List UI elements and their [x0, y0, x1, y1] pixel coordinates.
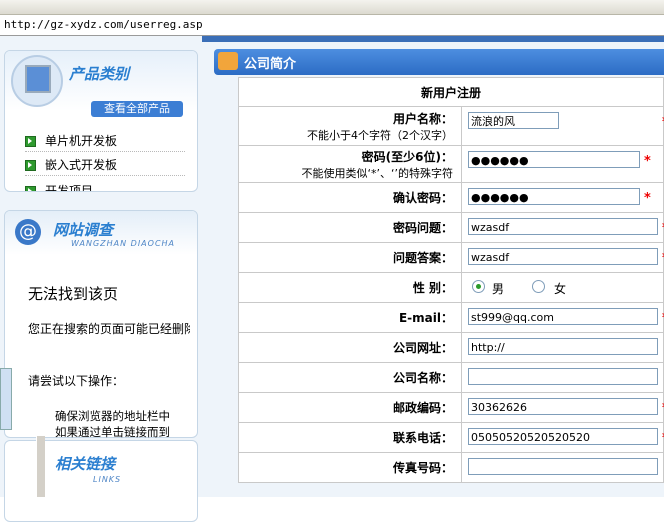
section-title: 公司简介: [244, 57, 297, 72]
section-header: 公司简介: [214, 49, 664, 75]
form-heading: 新用户注册: [238, 77, 664, 107]
survey-title: 网站调查: [53, 221, 114, 239]
links-subtitle: LINKS: [93, 475, 122, 484]
arrow-bullet-icon: [25, 136, 36, 147]
field-label: 公司网址：: [238, 332, 462, 363]
links-title: 相关链接: [55, 455, 116, 473]
at-sign-icon: @: [15, 219, 41, 245]
field-label: 确认密码：: [238, 182, 462, 213]
security-answer-input[interactable]: wzasdf: [468, 248, 658, 265]
category-item[interactable]: 开发项目: [25, 181, 185, 191]
gender-male-radio[interactable]: [472, 280, 485, 293]
field-label: 密码问题：: [238, 212, 462, 243]
error-list-item: 确保浏览器的地址栏中: [55, 408, 190, 424]
product-category-title: 产品类别: [69, 65, 130, 83]
field-label: 邮政编码：: [238, 392, 462, 423]
field-label: 公司名称：: [238, 362, 462, 393]
confirm-password-input[interactable]: ●●●●●●: [468, 188, 640, 205]
gender-field: 男 女: [461, 272, 664, 303]
field-hint: 不能小于4个字符（2个汉字）: [307, 128, 453, 142]
registration-form: 新用户注册 用户名称： 不能小于4个字符（2个汉字） 流浪的风 * 密码(至少6位)…: [238, 77, 664, 483]
field-label: 联系电话：: [238, 422, 462, 453]
field-label: 性 别：: [238, 272, 462, 303]
username-input[interactable]: 流浪的风: [468, 112, 559, 129]
partial-window-edge: [0, 368, 12, 430]
fax-input[interactable]: [468, 458, 658, 475]
scrollbar[interactable]: [36, 436, 45, 497]
view-all-products-link[interactable]: 查看全部产品: [91, 101, 183, 117]
error-subtitle: 您正在搜索的页面可能已经删除、: [28, 322, 190, 336]
error-title: 无法找到该页: [28, 285, 119, 303]
required-mark: *: [644, 154, 651, 169]
error-list-item: 如果通过单击链接而到: [55, 424, 190, 440]
monitor-icon: [11, 55, 63, 107]
gender-female-radio[interactable]: [532, 280, 545, 293]
field-label: 密码(至少6位)：: [361, 149, 453, 164]
company-name-input[interactable]: [468, 368, 658, 385]
arrow-bullet-icon: [25, 186, 36, 191]
website-input[interactable]: http://: [468, 338, 658, 355]
field-label: 用户名称：: [392, 111, 453, 126]
address-bar[interactable]: http://gz-xydz.com/userreg.asp: [0, 15, 664, 36]
field-label: E-mail：: [238, 302, 462, 333]
product-category-panel: 产品类别 查看全部产品 单片机开发板 嵌入式开发板 开发项目: [4, 50, 198, 192]
survey-subtitle: WANGZHAN DIAOCHA: [71, 239, 176, 248]
password-input[interactable]: ●●●●●●: [468, 151, 640, 168]
url-text[interactable]: http://gz-xydz.com/userreg.asp: [4, 18, 203, 31]
browser-toolbar: [0, 0, 664, 15]
arrow-bullet-icon: [25, 160, 36, 171]
postal-code-input[interactable]: 30362626: [468, 398, 658, 415]
category-item[interactable]: 单片机开发板: [25, 131, 185, 152]
book-icon: [218, 52, 238, 70]
links-panel: 相关链接 LINKS: [4, 440, 198, 522]
email-input[interactable]: st999@qq.com: [468, 308, 658, 325]
error-try-text: 请尝试以下操作：: [28, 374, 125, 388]
phone-input[interactable]: 05050520520520520: [468, 428, 658, 445]
field-hint: 不能使用类似‘*’、‘’的特殊字符: [301, 166, 454, 180]
security-question-input[interactable]: wzasdf: [468, 218, 658, 235]
field-label: 问题答案：: [238, 242, 462, 273]
category-item[interactable]: 嵌入式开发板: [25, 155, 185, 176]
required-mark: *: [644, 191, 651, 206]
field-label: 传真号码：: [238, 452, 462, 483]
